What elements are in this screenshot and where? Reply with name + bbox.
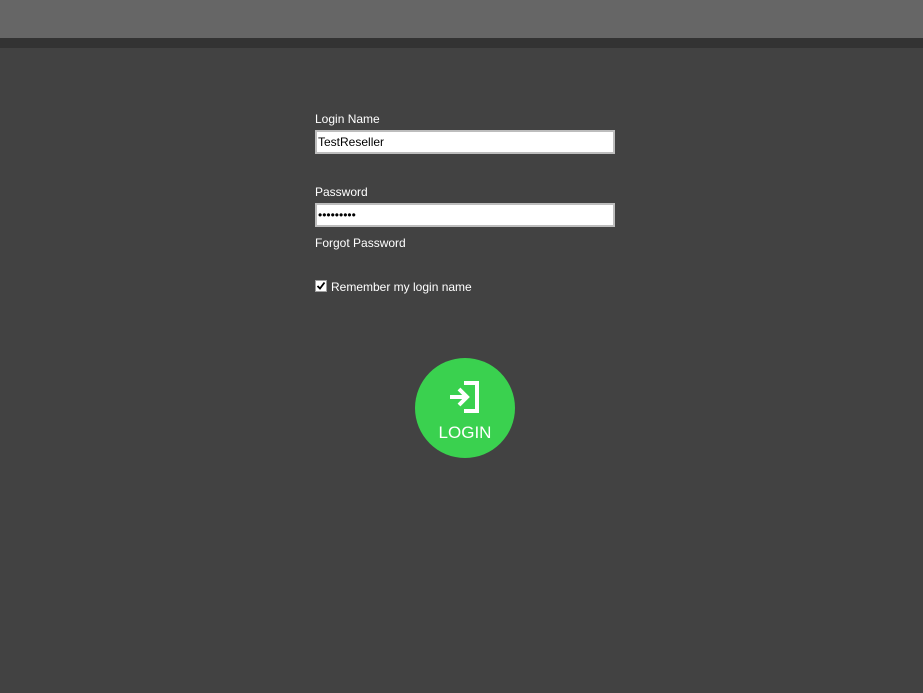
remember-login-row[interactable]: Remember my login name <box>315 278 472 294</box>
login-name-label: Login Name <box>315 112 380 126</box>
login-button[interactable]: LOGIN <box>415 358 515 458</box>
login-name-input[interactable] <box>315 130 615 154</box>
password-label: Password <box>315 185 368 199</box>
top-bar-divider <box>0 38 923 48</box>
login-button-label: LOGIN <box>438 423 492 442</box>
password-input[interactable] <box>315 203 615 227</box>
remember-login-label: Remember my login name <box>331 280 472 294</box>
sign-in-icon <box>450 381 479 413</box>
remember-login-checkbox[interactable] <box>315 280 327 292</box>
top-bar <box>0 0 923 38</box>
forgot-password-link[interactable]: Forgot Password <box>315 236 406 250</box>
checkmark-icon <box>316 281 326 290</box>
